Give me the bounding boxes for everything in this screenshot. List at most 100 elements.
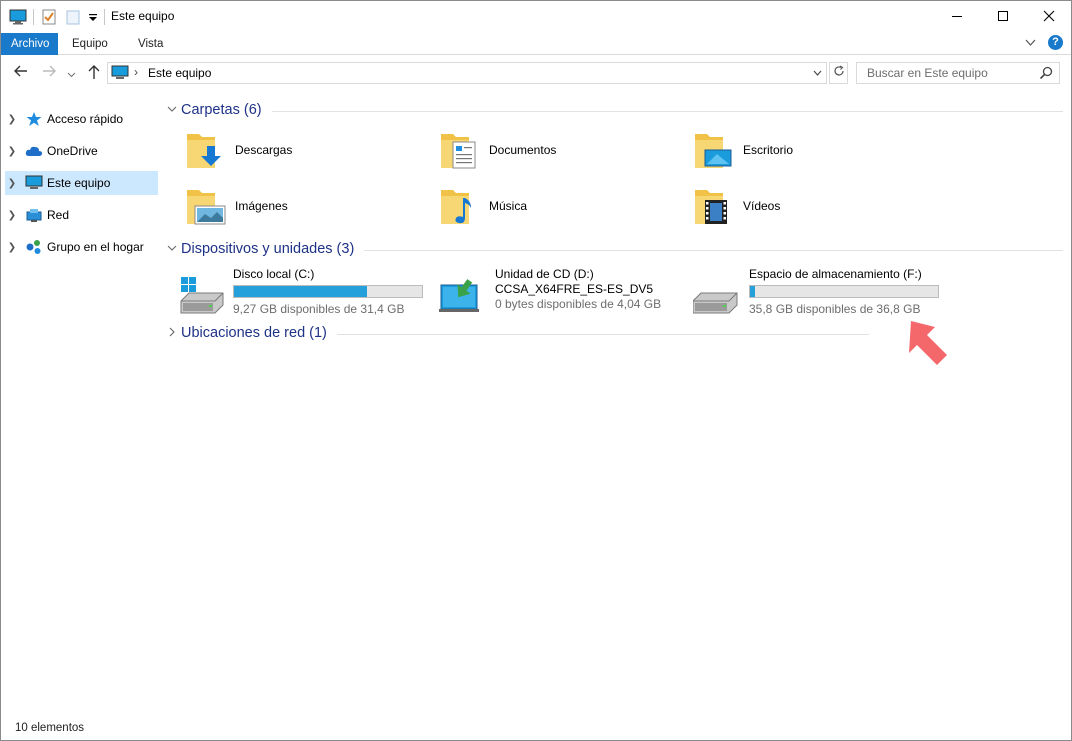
sidebar-item-red[interactable]: ❯ Red — [5, 203, 158, 227]
chevron-right-icon[interactable]: ❯ — [5, 178, 19, 189]
drive-free-space: 35,8 GB disponibles de 36,8 GB — [749, 302, 921, 316]
address-bar[interactable]: › Este equipo — [107, 62, 827, 84]
search-box[interactable]: Buscar en Este equipo — [856, 62, 1060, 84]
desktop-folder-icon — [693, 128, 737, 172]
computer-icon — [25, 175, 43, 191]
close-icon — [1043, 10, 1055, 22]
folder-label: Escritorio — [743, 143, 794, 157]
group-label: Ubicaciones de red (1) — [181, 325, 327, 341]
window-title: Este equipo — [111, 9, 175, 23]
folder-label: Documentos — [489, 143, 557, 157]
status-item-count: 10 elementos — [15, 722, 85, 734]
drive-name: Unidad de CD (D:) — [495, 267, 594, 281]
navigation-bar: › Este equipo Buscar en Este equipo — [1, 59, 1071, 89]
minimize-button[interactable] — [934, 1, 980, 31]
forward-button[interactable] — [41, 64, 57, 81]
tab-equipo[interactable]: Equipo — [62, 33, 118, 55]
explorer-window: Este equipo Archivo Equipo Vista ? › Est… — [0, 0, 1072, 741]
videos-folder-icon — [693, 184, 737, 228]
maximize-button[interactable] — [980, 1, 1026, 31]
drive-name: Espacio de almacenamiento (F:) — [749, 267, 922, 281]
chevron-down-icon[interactable] — [167, 244, 181, 255]
chevron-right-icon[interactable]: ❯ — [5, 114, 19, 125]
network-icon — [25, 207, 43, 223]
folder-documentos[interactable]: Documentos — [439, 126, 679, 174]
search-input[interactable]: Buscar en Este equipo — [867, 66, 988, 80]
folder-descargas[interactable]: Descargas — [185, 126, 425, 174]
help-button[interactable]: ? — [1048, 35, 1063, 50]
ribbon-tabs: Archivo Equipo Vista ? — [1, 33, 1071, 55]
group-divider — [364, 249, 1063, 251]
sidebar-item-este-equipo[interactable]: ❯ Este equipo — [5, 171, 158, 195]
sidebar-item-onedrive[interactable]: ❯ OneDrive — [5, 139, 158, 163]
group-header-dispositivos[interactable]: Dispositivos y unidades (3) — [165, 238, 1063, 260]
drive-free-space: 0 bytes disponibles de 4,04 GB — [495, 297, 662, 311]
drive-usage-fill — [234, 286, 367, 297]
quick-access-toolbar — [9, 7, 111, 27]
chevron-down-icon[interactable] — [167, 105, 181, 116]
tab-archivo[interactable]: Archivo — [1, 33, 58, 55]
group-header-carpetas[interactable]: Carpetas (6) — [165, 99, 1063, 121]
recent-locations-button[interactable] — [67, 66, 76, 82]
drive-f[interactable]: Espacio de almacenamiento (F:) 35,8 GB d… — [692, 265, 943, 319]
chevron-right-icon[interactable]: ❯ — [5, 210, 19, 221]
computer-icon — [9, 8, 27, 26]
drive-d[interactable]: Unidad de CD (D:) CCSA_X64FRE_ES-ES_DV5 … — [439, 265, 689, 319]
drive-usage-fill — [750, 286, 756, 297]
chevron-right-icon[interactable]: ❯ — [5, 242, 19, 253]
folder-videos[interactable]: Vídeos — [693, 182, 933, 230]
sidebar-item-label: Grupo en el hogar — [47, 240, 144, 254]
new-folder-icon[interactable] — [64, 8, 82, 26]
ribbon-right-controls: ? — [1025, 35, 1063, 50]
folder-label: Música — [489, 199, 528, 213]
chevron-down-icon — [67, 72, 76, 78]
group-divider — [336, 333, 869, 335]
drive-c[interactable]: Disco local (C:) 9,27 GB disponibles de … — [177, 265, 427, 319]
address-dropdown-button[interactable] — [808, 63, 826, 83]
drive-usage-bar — [749, 285, 939, 298]
breadcrumb-separator: › — [134, 65, 138, 79]
group-label: Carpetas (6) — [181, 102, 262, 118]
sidebar-item-label: Este equipo — [47, 176, 111, 190]
folder-label: Descargas — [235, 143, 293, 157]
folder-escritorio[interactable]: Escritorio — [693, 126, 933, 174]
windows-drive-icon — [177, 275, 225, 315]
sidebar-item-grupo-hogar[interactable]: ❯ Grupo en el hogar — [5, 235, 158, 259]
properties-icon[interactable] — [40, 8, 58, 26]
arrow-up-icon — [88, 65, 100, 79]
breadcrumb-este-equipo[interactable]: Este equipo — [148, 66, 211, 80]
drive-free-space: 9,27 GB disponibles de 31,4 GB — [233, 302, 405, 316]
search-icon[interactable] — [1039, 66, 1053, 80]
folder-imagenes[interactable]: Imágenes — [185, 182, 425, 230]
close-button[interactable] — [1026, 1, 1072, 31]
folder-musica[interactable]: Música — [439, 182, 679, 230]
sidebar-item-label: Acceso rápido — [47, 112, 124, 126]
group-header-ubicaciones-red[interactable]: Ubicaciones de red (1) — [165, 322, 1063, 344]
computer-icon — [111, 65, 129, 79]
customize-dropdown-icon[interactable] — [88, 8, 98, 26]
maximize-icon — [998, 11, 1008, 21]
sidebar-item-acceso-rapido[interactable]: ❯ Acceso rápido — [5, 107, 158, 131]
minimize-icon — [952, 16, 962, 17]
pictures-folder-icon — [185, 184, 229, 228]
title-bar: Este equipo — [1, 1, 1071, 33]
folder-label: Imágenes — [235, 199, 288, 213]
back-button[interactable] — [13, 64, 29, 81]
chevron-right-icon[interactable]: ❯ — [5, 146, 19, 157]
tab-vista[interactable]: Vista — [128, 33, 173, 55]
chevron-down-icon — [813, 70, 822, 76]
cloud-icon — [25, 143, 43, 159]
documents-folder-icon — [439, 128, 483, 172]
refresh-button[interactable] — [829, 62, 848, 84]
downloads-folder-icon — [185, 128, 229, 172]
navigation-pane: ❯ Acceso rápido ❯ OneDrive ❯ Este equipo… — [1, 101, 161, 711]
music-folder-icon — [439, 184, 483, 228]
refresh-icon — [833, 65, 844, 76]
arrow-right-icon — [43, 65, 56, 77]
up-button[interactable] — [87, 64, 101, 83]
group-label: Dispositivos y unidades (3) — [181, 241, 355, 257]
storage-drive-icon — [692, 275, 741, 315]
chevron-right-icon[interactable] — [167, 327, 181, 340]
drive-volume-label: CCSA_X64FRE_ES-ES_DV5 — [495, 282, 654, 296]
expand-ribbon-icon[interactable] — [1025, 39, 1036, 47]
